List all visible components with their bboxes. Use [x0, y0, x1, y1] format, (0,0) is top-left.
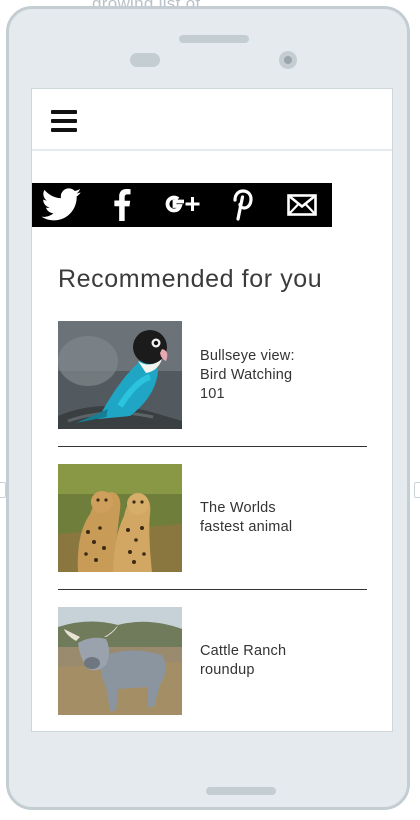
article-item[interactable]: The Worlds fastest animal	[58, 464, 366, 588]
share-bar	[32, 183, 332, 227]
list-divider	[58, 446, 367, 447]
article-title-line: roundup	[200, 662, 255, 678]
phone-speaker	[179, 35, 249, 43]
article-thumbnail	[58, 607, 182, 715]
article-item[interactable]: Cattle Ranch roundup	[58, 607, 366, 731]
article-title-line: Bullseye view:	[200, 347, 295, 364]
phone-home-bar	[206, 787, 276, 795]
app-screen: Recommended for you Bullseye view: Bird …	[31, 88, 393, 732]
side-handle-right	[414, 482, 420, 498]
lovebird-image	[58, 321, 182, 429]
article-title-line: Bird Watching	[200, 366, 293, 383]
article-title-line: The Worlds	[200, 500, 276, 516]
article-title: Bullseye view: Bird Watching 101	[200, 321, 330, 429]
google-plus-icon	[165, 195, 200, 213]
email-icon	[287, 194, 317, 216]
article-thumbnail	[58, 321, 182, 429]
top-bar	[32, 89, 392, 151]
pinterest-share-button[interactable]	[212, 183, 272, 227]
twitter-share-button[interactable]	[32, 183, 92, 227]
article-item[interactable]: Bullseye view: Bird Watching 101	[58, 321, 366, 445]
facebook-icon	[114, 189, 131, 221]
article-title-line: fastest animal	[200, 519, 293, 535]
cheetahs-image	[58, 464, 182, 572]
facebook-share-button[interactable]	[92, 183, 152, 227]
article-thumbnail	[58, 464, 182, 572]
pinterest-icon	[233, 189, 253, 221]
section-title: Recommended for you	[58, 265, 323, 293]
email-share-button[interactable]	[272, 183, 332, 227]
article-title-line: 101	[200, 385, 225, 402]
menu-icon[interactable]	[51, 110, 77, 132]
phone-camera	[279, 51, 297, 69]
article-title-line: Cattle Ranch	[200, 643, 287, 659]
cattle-image	[58, 607, 182, 715]
phone-sensor	[130, 53, 160, 67]
article-title: Cattle Ranch roundup	[200, 607, 330, 715]
google-plus-share-button[interactable]	[152, 183, 212, 227]
list-divider	[58, 589, 367, 590]
article-title: The Worlds fastest animal	[200, 464, 330, 572]
twitter-icon	[42, 188, 82, 221]
